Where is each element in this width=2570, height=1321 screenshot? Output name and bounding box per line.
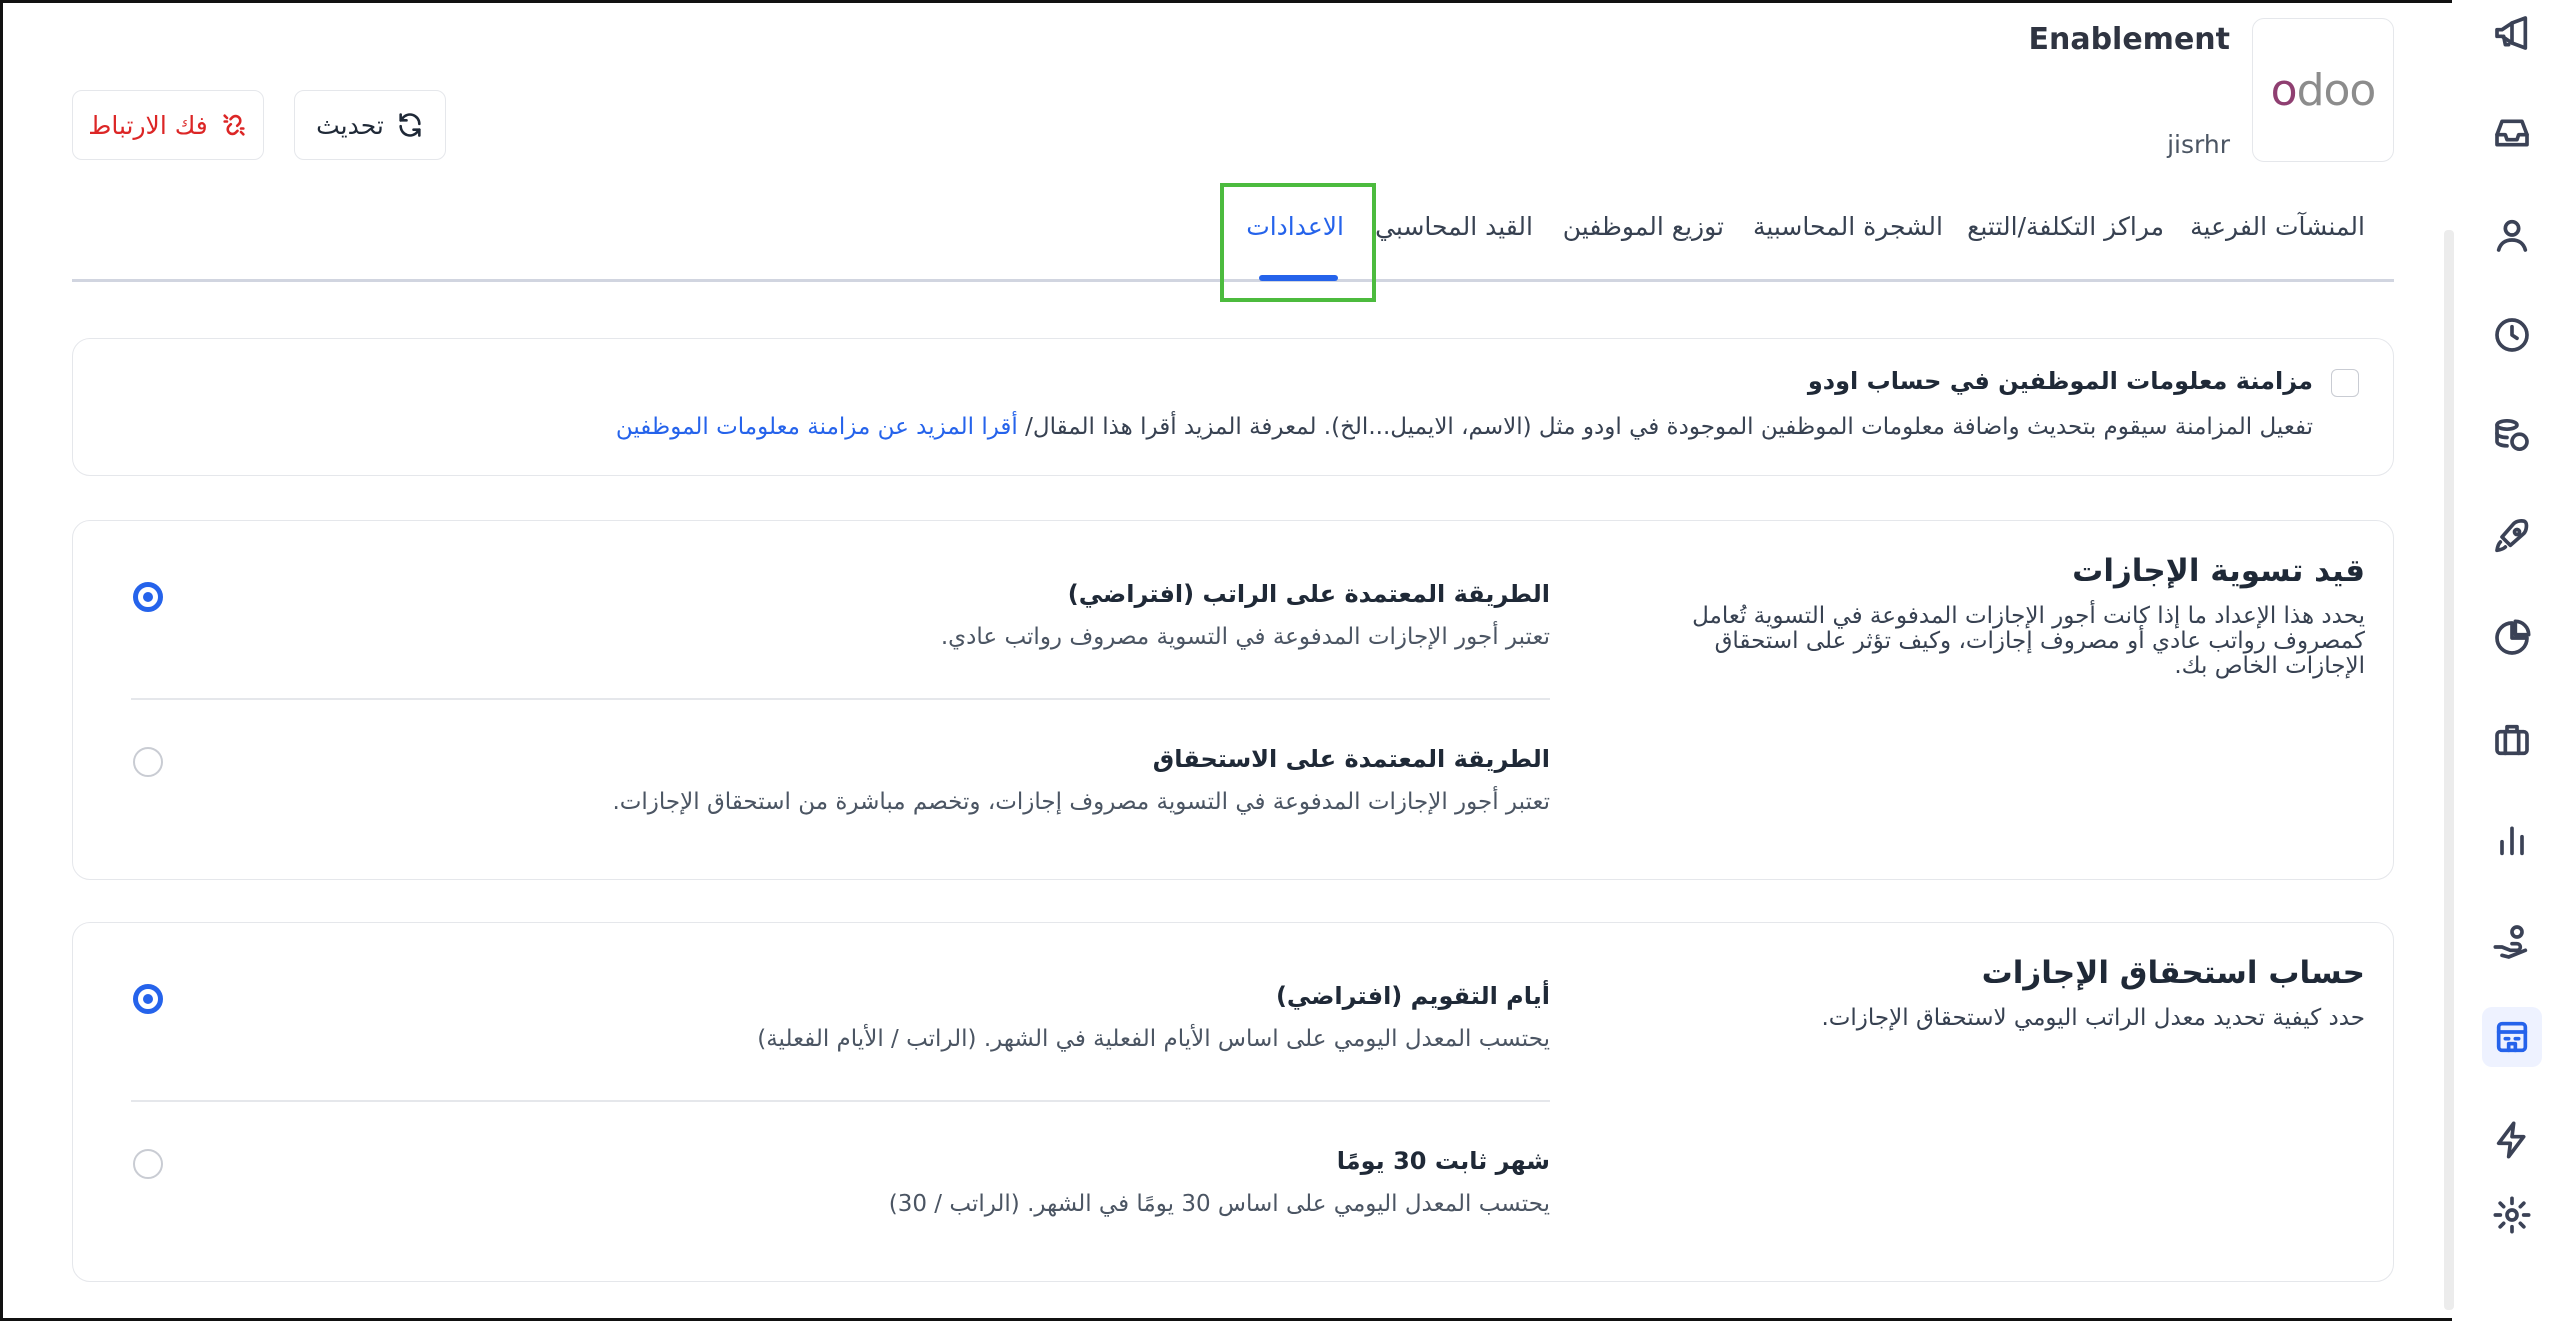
sidebar-item-jobs[interactable]	[2482, 710, 2542, 770]
company-database: jisrhr	[2167, 130, 2230, 159]
sidebar-item-integrations[interactable]	[2482, 1007, 2542, 1067]
sidebar-item-analytics[interactable]	[2482, 810, 2542, 870]
sidebar-item-payroll[interactable]	[2482, 405, 2542, 465]
tab-highlight-box	[1220, 183, 1376, 302]
refresh-button-label: تحديث	[316, 110, 384, 140]
settlement-option-description: تعتبر أجور الإجازات المدفوعة في التسوية …	[940, 624, 1550, 650]
employee-sync-description: تفعيل المزامنة سيقوم بتحديث واضافة معلوم…	[616, 414, 2313, 440]
leave-settlement-description: يحدد هذا الإعداد ما إذا كانت أجور الإجاز…	[1692, 603, 2365, 679]
user-icon	[2496, 219, 2528, 252]
employee-sync-checkbox[interactable]	[2331, 369, 2359, 397]
tab-employee-distribution[interactable]: توزيع الموظفين	[1563, 212, 1724, 241]
bar-chart-icon	[2500, 826, 2524, 856]
accrual-calendar-days-radio[interactable]	[133, 984, 163, 1014]
clock-icon	[2495, 318, 2529, 352]
settlement-option-title: الطريقة المعتمدة على الاستحقاق	[1152, 745, 1550, 773]
option-divider	[131, 1100, 1550, 1102]
refresh-icon	[399, 113, 421, 137]
settlement-option-description: تعتبر أجور الإجازات المدفوعة في التسوية …	[612, 789, 1550, 815]
inbox-icon	[2495, 119, 2529, 147]
leave-accrual-description: حدد كيفية تحديد معدل الراتب اليومي لاستح…	[1821, 1005, 2365, 1031]
briefcase-icon	[2495, 724, 2529, 756]
lightning-icon	[2496, 1121, 2526, 1159]
hand-coin-icon	[2493, 925, 2528, 959]
logo-letter: o	[2270, 64, 2298, 116]
unlink-icon	[223, 114, 245, 136]
sidebar-item-benefits[interactable]	[2482, 912, 2542, 972]
settlement-accrual-radio[interactable]	[133, 747, 163, 777]
employee-sync-card	[72, 338, 2394, 476]
refresh-button[interactable]: تحديث	[294, 90, 446, 160]
sidebar-item-profile[interactable]	[2482, 205, 2542, 265]
option-divider	[131, 698, 1550, 700]
tab-cost-centers[interactable]: مراكز التكلفة/التتبع	[1967, 212, 2164, 241]
gear-icon	[2493, 1196, 2531, 1234]
tab-journal-entry[interactable]: القيد المحاسبي	[1375, 212, 1533, 241]
leave-accrual-title: حساب استحقاق الإجازات	[1981, 955, 2365, 991]
logo-rest: doo	[2296, 64, 2377, 116]
pie-chart-icon	[2495, 619, 2531, 655]
accrual-option-title: أيام التقويم (افتراضي)	[1275, 982, 1550, 1010]
settlement-salary-radio[interactable]	[133, 582, 163, 612]
sidebar-item-inbox[interactable]	[2482, 103, 2542, 163]
building-icon	[2496, 1021, 2528, 1053]
coins-icon	[2495, 419, 2529, 451]
sidebar-item-settings[interactable]	[2482, 1185, 2542, 1245]
scrollbar[interactable]	[2444, 230, 2454, 1310]
sidebar-item-attendance[interactable]	[2482, 305, 2542, 365]
accrual-option-description: يحتسب المعدل اليومي على اساس الأيام الفع…	[757, 1026, 1550, 1052]
tab-chart-of-accounts[interactable]: الشجرة المحاسبية	[1753, 212, 1943, 241]
accrual-fixed-30-radio[interactable]	[133, 1149, 163, 1179]
sidebar-item-reports[interactable]	[2482, 608, 2542, 668]
employee-sync-title: مزامنة معلومات الموظفين في حساب اودو	[1807, 367, 2313, 395]
leave-settlement-card	[72, 520, 2394, 880]
sidebar-item-launch[interactable]	[2482, 507, 2542, 567]
accrual-option-title: شهر ثابت 30 يومًا	[1336, 1147, 1550, 1175]
unlink-button[interactable]: فك الارتباط	[72, 90, 264, 160]
sidebar-item-announcements[interactable]	[2482, 3, 2542, 63]
unlink-button-label: فك الارتباط	[88, 110, 208, 140]
employee-sync-description-text: تفعيل المزامنة سيقوم بتحديث واضافة معلوم…	[1025, 414, 2313, 440]
company-name: Enablement	[2028, 22, 2230, 57]
settlement-option-title: الطريقة المعتمدة على الراتب (افتراضي)	[1067, 580, 1550, 608]
employee-sync-learn-more-link[interactable]: أقرا المزيد عن مزامنة معلومات الموظفين	[616, 414, 1018, 440]
leave-settlement-title: قيد تسوية الإجازات	[2072, 553, 2365, 589]
tab-branches[interactable]: المنشآت الفرعية	[2190, 212, 2365, 241]
sidebar-item-automation[interactable]	[2482, 1110, 2542, 1170]
odoo-logo: odoo	[2252, 18, 2394, 162]
rocket-icon	[2495, 519, 2529, 553]
megaphone-icon	[2495, 16, 2528, 50]
accrual-option-description: يحتسب المعدل اليومي على اساس 30 يومًا في…	[888, 1191, 1550, 1217]
